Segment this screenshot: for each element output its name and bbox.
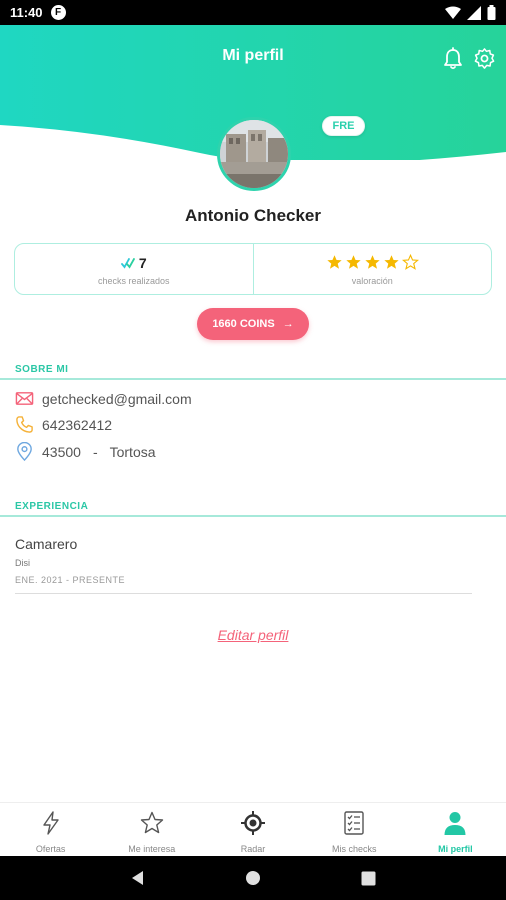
- location-pin-icon: [17, 442, 32, 461]
- coins-label: 1660 COINS: [212, 318, 275, 330]
- city: Tortosa: [109, 443, 156, 460]
- about-divider: [0, 378, 506, 380]
- phone-icon: [16, 416, 33, 433]
- edit-profile-link[interactable]: Editar perfil: [0, 627, 506, 643]
- star-filled-icon: [365, 255, 380, 269]
- nav-item-mis-checks[interactable]: Mis checks: [304, 803, 405, 856]
- system-nav-bar: [0, 856, 506, 900]
- plan-badge: FRE: [322, 116, 365, 136]
- coins-button[interactable]: 1660 COINS →: [197, 308, 309, 340]
- email-row: getchecked@gmail.com: [15, 389, 192, 408]
- star-filled-icon: [384, 255, 399, 269]
- star-filled-icon: [346, 255, 361, 269]
- back-icon[interactable]: [130, 870, 146, 886]
- bottom-nav: Ofertas Me interesa Radar Mis checks Mi …: [0, 802, 506, 856]
- experience-item-divider: [15, 593, 472, 594]
- gear-icon[interactable]: [473, 47, 496, 70]
- nav-label: Mis checks: [331, 844, 377, 854]
- arrow-right-icon: →: [282, 318, 294, 330]
- nav-label: Mi perfil: [438, 844, 473, 854]
- checklist-icon: [344, 811, 364, 835]
- status-icons: [445, 5, 496, 20]
- rating-stars: [326, 253, 419, 273]
- star-filled-icon: [327, 255, 342, 269]
- notification-badge: F: [50, 5, 66, 20]
- star-icon: [140, 811, 163, 834]
- nav-item-ofertas[interactable]: Ofertas: [0, 803, 101, 856]
- avatar[interactable]: [217, 117, 291, 191]
- phone-row: 642362412: [15, 415, 112, 434]
- status-bar: 11:40 F: [0, 0, 506, 25]
- experience-dates: ENE. 2021 - PRESENTE: [15, 575, 126, 585]
- star-empty-icon: [401, 254, 419, 270]
- nav-label: Me interesa: [128, 844, 176, 854]
- envelope-icon: [15, 392, 34, 405]
- experience-role: Camarero: [15, 536, 78, 552]
- nav-item-mi-perfil[interactable]: Mi perfil: [405, 803, 506, 856]
- battery-icon: [487, 5, 496, 20]
- about-section-title: SOBRE MI: [15, 364, 69, 375]
- wifi-icon: [445, 6, 461, 19]
- radar-icon: [241, 811, 265, 835]
- stats-card: 7 checks realizados valoración: [14, 243, 492, 295]
- nav-label: Radar: [240, 844, 266, 854]
- nav-label: Ofertas: [35, 844, 66, 854]
- postal-code: 43500: [42, 443, 81, 460]
- lightning-icon: [42, 811, 59, 835]
- email-value: getchecked@gmail.com: [42, 390, 192, 407]
- page-title: Mi perfil: [222, 47, 284, 64]
- location-separator: -: [92, 443, 98, 460]
- checks-icon: [120, 257, 135, 269]
- experience-section-title: EXPERIENCIA: [15, 501, 89, 512]
- experience-company: Disi: [15, 558, 30, 568]
- status-time: 11:40: [10, 5, 43, 20]
- checks-stat: 7 checks realizados: [15, 244, 253, 294]
- nav-item-radar[interactable]: Radar: [202, 803, 303, 856]
- rating-stat: valoración: [252, 244, 492, 294]
- home-icon[interactable]: [245, 870, 261, 886]
- rating-label: valoración: [351, 275, 393, 286]
- avatar-photo: [220, 120, 288, 188]
- signal-icon: [467, 5, 481, 20]
- recents-icon[interactable]: [361, 871, 376, 886]
- bell-icon[interactable]: [442, 47, 464, 71]
- location-row: 43500 - Tortosa: [15, 442, 156, 461]
- nav-item-me-interesa[interactable]: Me interesa: [101, 803, 202, 856]
- user-name: Antonio Checker: [184, 206, 322, 225]
- user-icon: [444, 812, 466, 835]
- phone-value: 642362412: [42, 416, 113, 433]
- experience-divider: [0, 515, 506, 517]
- checks-label: checks realizados: [97, 275, 170, 286]
- checks-count: 7: [138, 254, 147, 271]
